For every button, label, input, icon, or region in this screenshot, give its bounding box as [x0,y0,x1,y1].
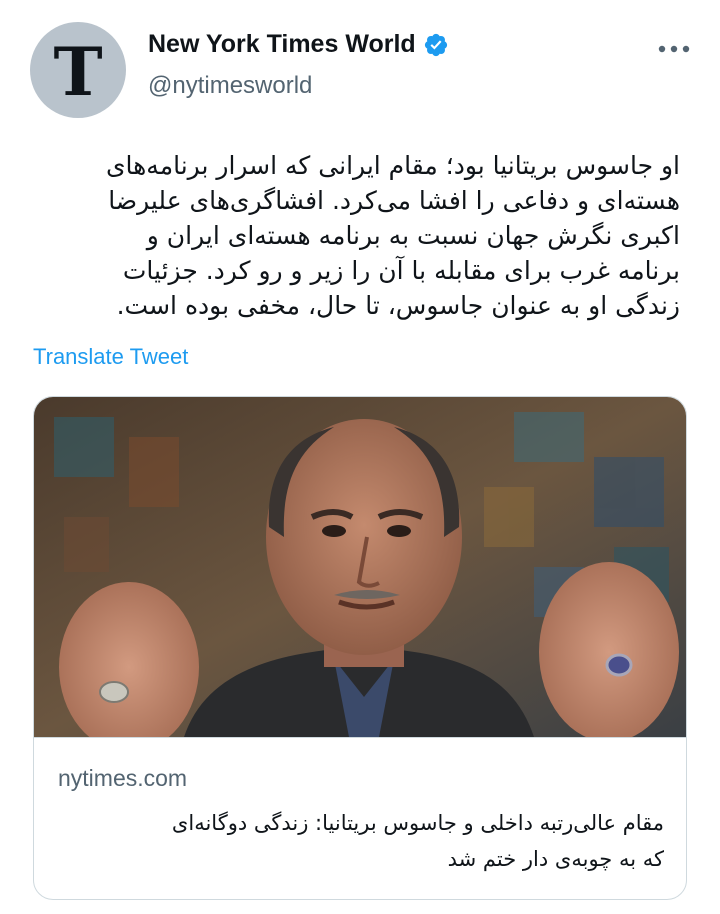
more-horizontal-icon [658,45,690,53]
user-handle[interactable]: @nytimesworld [148,72,312,100]
avatar[interactable]: T [30,22,126,118]
card-title: مقام عالی‌رتبه داخلی و جاسوس بریتانیا: ز… [171,811,664,871]
translate-tweet-link[interactable]: Translate Tweet [33,344,188,370]
article-photo [34,397,686,737]
nyt-logo-icon: T [53,33,103,111]
more-options-button[interactable] [654,34,694,64]
verified-badge-icon [423,32,449,58]
tweet-header: T New York Times World @nytimesworld [30,22,694,122]
card-domain: nytimes.com [58,765,188,791]
tweet-text: او جاسوس بریتانیا بود؛ مقام ایرانی که اس… [105,151,680,320]
display-name[interactable]: New York Times World [148,30,416,59]
card-divider [34,737,686,738]
link-preview-card[interactable]: nytimes.com مقام عالی‌رتبه داخلی و جاسوس… [33,396,687,900]
name-row: New York Times World [148,30,449,59]
